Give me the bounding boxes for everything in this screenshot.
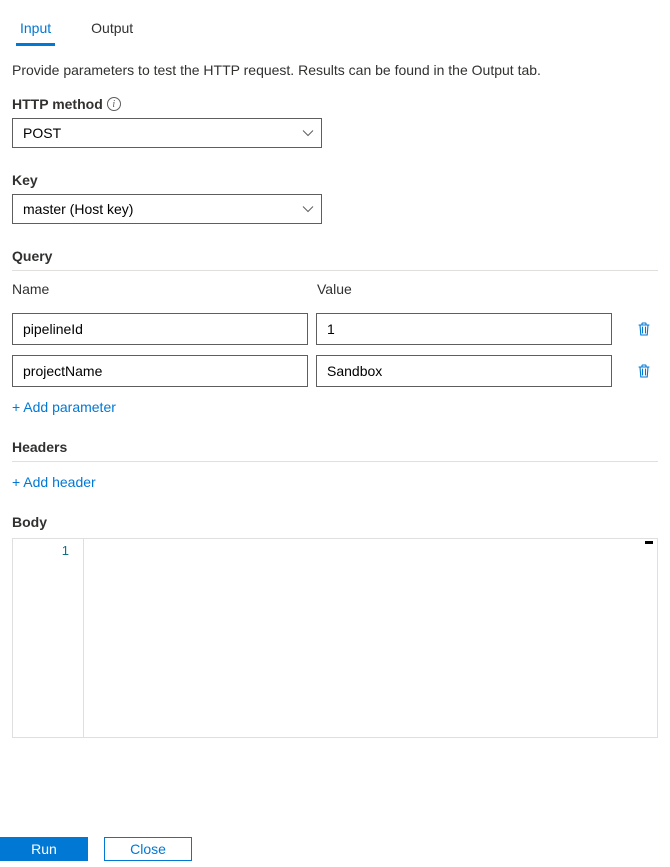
param-value-input[interactable] (316, 355, 612, 387)
divider (12, 461, 658, 462)
line-number-gutter: 1 (13, 539, 83, 737)
headers-section-title: Headers (12, 439, 658, 455)
query-name-header: Name (12, 281, 317, 303)
delete-param-button[interactable] (632, 317, 656, 341)
add-parameter-button[interactable]: + Add parameter (12, 399, 116, 415)
query-value-header: Value (317, 281, 622, 303)
param-value-input[interactable] (316, 313, 612, 345)
run-button[interactable]: Run (0, 837, 88, 861)
tab-input[interactable]: Input (12, 12, 59, 46)
param-name-input[interactable] (12, 313, 308, 345)
close-button[interactable]: Close (104, 837, 192, 861)
body-editor[interactable]: 1 (12, 538, 658, 738)
key-select[interactable]: master (Host key) (12, 194, 322, 224)
divider (12, 270, 658, 271)
description-text: Provide parameters to test the HTTP requ… (12, 62, 658, 78)
param-name-input[interactable] (12, 355, 308, 387)
line-number: 1 (62, 543, 69, 558)
footer: Run Close (0, 837, 192, 861)
tabs: Input Output (12, 12, 658, 46)
info-icon[interactable]: i (107, 97, 121, 111)
body-section-title: Body (12, 514, 658, 530)
key-label: Key (12, 172, 38, 188)
add-header-button[interactable]: + Add header (12, 474, 96, 490)
query-param-row (12, 355, 658, 387)
cursor-mark-icon (645, 541, 653, 549)
query-param-row (12, 313, 658, 345)
http-method-select[interactable]: POST (12, 118, 322, 148)
query-section-title: Query (12, 248, 658, 264)
trash-icon (636, 363, 652, 379)
delete-param-button[interactable] (632, 359, 656, 383)
tab-output[interactable]: Output (83, 12, 141, 46)
http-method-label: HTTP method (12, 96, 103, 112)
trash-icon (636, 321, 652, 337)
code-input-area[interactable] (83, 539, 657, 737)
